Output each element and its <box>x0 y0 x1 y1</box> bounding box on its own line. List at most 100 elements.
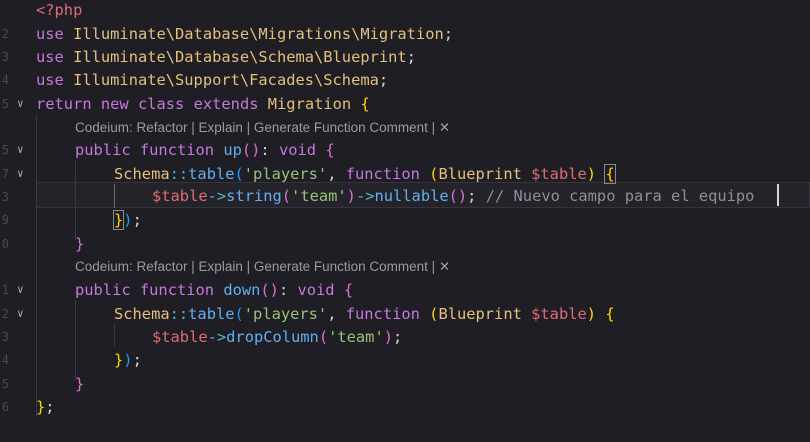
code-line-14[interactable]: }); <box>114 348 142 372</box>
code-line-15[interactable]: } <box>75 372 84 396</box>
paren: ( <box>318 328 329 346</box>
code-line-6[interactable]: public function up(): void { <box>75 138 335 162</box>
paren: ) <box>123 351 133 369</box>
code-line-5[interactable]: return new class extends Migration { <box>36 92 370 116</box>
use-keyword: use <box>36 71 64 89</box>
void-keyword: void <box>278 141 317 159</box>
colon: : <box>260 141 270 159</box>
text-cursor <box>777 184 779 206</box>
comma: , <box>327 305 337 323</box>
codeium-codelens-down[interactable]: Codeium: Refactor | Explain | Generate F… <box>75 257 450 277</box>
extends-keyword: extends <box>193 95 259 113</box>
use-keyword: use <box>36 48 64 66</box>
code-line-12[interactable]: Schema::table('players', function (Bluep… <box>114 302 615 326</box>
function-name: up <box>223 141 242 159</box>
line-number: 2 <box>1 27 9 41</box>
function-keyword: function <box>139 141 215 159</box>
type-hint: Blueprint <box>438 165 522 183</box>
brace: { <box>360 95 370 113</box>
code-line-13[interactable]: $table->dropColumn('team'); <box>152 325 402 349</box>
function-name: down <box>223 281 261 299</box>
fold-chevron-icon[interactable]: ∨ <box>17 162 29 186</box>
paren: ) <box>586 165 597 183</box>
line-number: 3 <box>1 190 9 204</box>
brace: } <box>114 351 124 369</box>
indent-guide <box>114 324 115 346</box>
code-line-2[interactable]: use Illuminate\Database\Migrations\Migra… <box>36 22 453 46</box>
indent-guide <box>75 160 76 240</box>
paren: ( <box>281 187 292 205</box>
return-keyword: return <box>36 95 92 113</box>
paren: () <box>241 141 261 159</box>
line-number: 5 <box>1 143 9 157</box>
code-line-11[interactable]: public function down(): void { <box>75 278 353 302</box>
fold-chevron-icon[interactable]: ∨ <box>17 302 29 326</box>
use-keyword: use <box>36 25 64 43</box>
arrow-operator: -> <box>355 187 375 205</box>
code-line-3[interactable]: use Illuminate\Database\Schema\Blueprint… <box>36 45 416 69</box>
new-keyword: new <box>100 95 129 113</box>
line-number: 1 <box>1 283 9 297</box>
line-number: 6 <box>1 400 9 414</box>
paren: ) <box>346 187 356 205</box>
line-number: 0 <box>1 237 9 251</box>
string: 'team' <box>291 187 347 205</box>
paren: () <box>448 187 468 205</box>
line-number: 5 <box>1 97 9 111</box>
semicolon: ; <box>393 328 403 346</box>
code-line-7[interactable]: Schema::table('players', function (Bluep… <box>114 162 616 186</box>
public-keyword: public <box>75 141 131 159</box>
variable: $table <box>152 328 208 346</box>
parent-class: Migration <box>267 95 352 113</box>
paren: () <box>260 281 279 299</box>
paren: ) <box>586 305 597 323</box>
method-name: string <box>226 187 282 205</box>
code-line-10[interactable]: } <box>75 232 84 256</box>
comma: , <box>327 165 337 183</box>
code-editor[interactable]: 2 3 4 5 5 7 3 9 0 1 2 3 4 5 6 ∨ ∨ ∨ ∨ ∨ … <box>0 0 810 442</box>
paren: ) <box>123 211 133 229</box>
semicolon: ; <box>132 351 142 369</box>
line-number-gutter: 2 3 4 5 5 7 3 9 0 1 2 3 4 5 6 <box>0 0 14 442</box>
paren: ) <box>383 328 393 346</box>
class-keyword: class <box>137 95 185 113</box>
codeium-codelens-up[interactable]: Codeium: Refactor | Explain | Generate F… <box>75 118 450 138</box>
class-name: Schema <box>114 305 170 323</box>
double-colon: :: <box>169 305 189 323</box>
brace: } <box>36 398 46 416</box>
function-keyword: function <box>139 281 215 299</box>
php-open-tag: <?php <box>36 1 83 19</box>
code-line-1[interactable]: <?php <box>36 0 82 22</box>
fold-chevron-icon[interactable]: ∨ <box>17 92 29 116</box>
class-name: Schema <box>114 165 170 183</box>
semicolon: ; <box>45 398 55 416</box>
brace: } <box>75 375 85 393</box>
variable: $table <box>531 165 587 183</box>
semicolon: ; <box>132 211 142 229</box>
line-number: 2 <box>1 307 9 321</box>
code-line-4[interactable]: use Illuminate\Support\Facades\Schema; <box>36 68 388 92</box>
indent-guide <box>36 116 37 416</box>
method-name: dropColumn <box>226 328 319 346</box>
arrow-operator: -> <box>207 328 227 346</box>
brace: { <box>325 141 335 159</box>
semicolon: ; <box>378 71 389 89</box>
fold-chevron-icon[interactable]: ∨ <box>17 278 29 302</box>
variable: $table <box>531 305 587 323</box>
indent-guide <box>75 300 76 380</box>
function-keyword: function <box>345 165 420 183</box>
line-number: 4 <box>1 73 9 87</box>
code-line-16[interactable]: }; <box>36 395 55 419</box>
code-line-9[interactable]: }); <box>112 208 142 232</box>
type-hint: Blueprint <box>438 305 522 323</box>
fold-chevron-icon[interactable]: ∨ <box>17 138 29 162</box>
brace: { <box>605 305 615 323</box>
function-keyword: function <box>345 305 420 323</box>
code-line-8[interactable]: $table->string('team')->nullable(); // N… <box>152 184 754 208</box>
string: 'team' <box>328 328 384 346</box>
line-number: 3 <box>1 50 9 64</box>
string: 'players' <box>243 165 328 183</box>
paren: ( <box>234 165 244 183</box>
line-number: 5 <box>1 377 9 391</box>
string: 'players' <box>243 305 328 323</box>
